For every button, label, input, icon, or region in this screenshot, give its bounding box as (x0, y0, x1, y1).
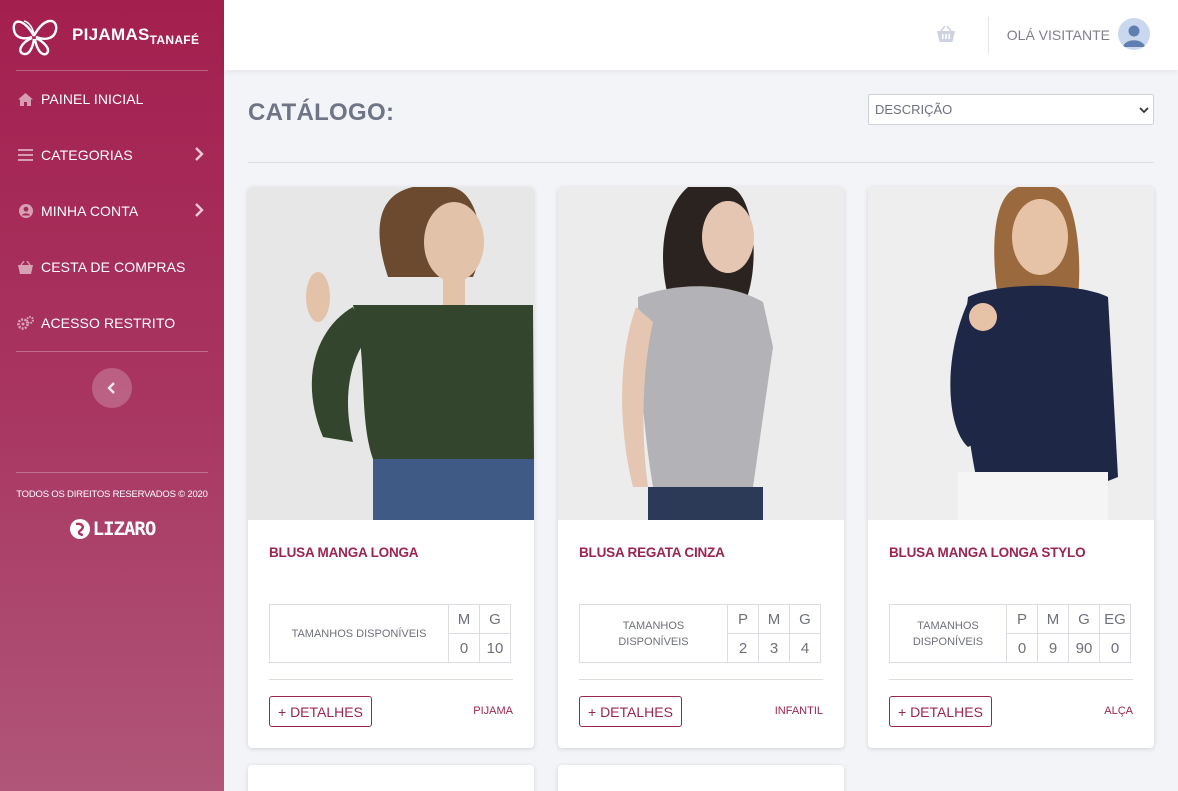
sizes-label: TAMANHOS DISPONÍVEIS (889, 604, 1007, 663)
chevron-down-icon (1139, 107, 1149, 114)
product-card[interactable] (248, 765, 534, 791)
list-icon (17, 148, 34, 162)
size-header: G (479, 604, 511, 634)
sidebar-item-painel-inicial[interactable]: PAINEL INICIAL (0, 71, 224, 127)
sort-select[interactable]: DESCRIÇÃO (868, 94, 1154, 125)
chevron-right-icon (195, 147, 204, 161)
product-image[interactable] (558, 187, 844, 520)
user-circle-icon (17, 204, 34, 218)
size-header: P (1006, 604, 1038, 634)
size-header: EG (1099, 604, 1131, 634)
sort-select-value: DESCRIÇÃO (875, 102, 953, 117)
brand-subtitle: TANAFÉ (149, 33, 200, 47)
brand[interactable]: PIJAMASTANAFÉ (0, 0, 224, 70)
size-quantity: 0 (1099, 633, 1131, 663)
sidebar-item-categorias[interactable]: CATEGORIAS (0, 127, 224, 183)
product-photo (868, 187, 1154, 520)
card-divider (889, 679, 1133, 680)
size-header: M (448, 604, 480, 634)
sidebar-toggle-button[interactable] (92, 368, 132, 408)
sizes-table: TAMANHOS DISPONÍVEIS P M G 2 3 4 (579, 604, 821, 663)
product-photo (558, 187, 844, 520)
product-image[interactable] (248, 187, 534, 520)
size-quantity: 90 (1068, 633, 1100, 663)
sidebar-item-cesta-de-compras[interactable]: CESTA DE COMPRAS (0, 239, 224, 295)
butterfly-logo-icon (12, 19, 58, 56)
sizes-table: TAMANHOS DISPONÍVEIS M G 0 10 (269, 604, 511, 663)
product-card: BLUSA MANGA LONGA STYLO TAMANHOS DISPONÍ… (868, 187, 1154, 748)
size-quantity: 2 (727, 633, 759, 663)
title-divider (248, 162, 1154, 163)
brand-title: PIJAMAS (72, 25, 150, 44)
topbar-divider (988, 17, 989, 54)
basket-icon[interactable] (936, 25, 956, 43)
sidebar-footer-divider (16, 472, 208, 473)
sizes-label: TAMANHOS DISPONÍVEIS (269, 604, 449, 663)
sidebar-item-label: ACESSO RESTRITO (41, 315, 176, 331)
size-quantity: 0 (1006, 633, 1038, 663)
category-link[interactable]: INFANTIL (775, 705, 823, 717)
details-button[interactable]: + DETALHES (889, 696, 992, 727)
topbar: OLÁ VISITANTE (224, 0, 1178, 70)
product-name[interactable]: BLUSA MANGA LONGA STYLO (889, 545, 1086, 560)
sidebar-item-label: CATEGORIAS (41, 147, 133, 163)
chevron-left-icon (107, 382, 115, 394)
product-name[interactable]: BLUSA MANGA LONGA (269, 545, 419, 560)
category-link[interactable]: ALÇA (1104, 705, 1133, 717)
user-avatar-icon (1123, 25, 1145, 47)
product-name[interactable]: BLUSA REGATA CINZA (579, 545, 725, 560)
card-divider (579, 679, 823, 680)
product-card: BLUSA MANGA LONGA TAMANHOS DISPONÍVEIS M… (248, 187, 534, 748)
basket-icon (17, 260, 34, 274)
size-header: M (758, 604, 790, 634)
sidebar-item-label: MINHA CONTA (41, 203, 139, 219)
product-image[interactable] (868, 187, 1154, 520)
size-quantity: 10 (479, 633, 511, 663)
category-link[interactable]: PIJAMA (473, 705, 513, 717)
lizaro-logo-icon (69, 519, 90, 539)
size-quantity: 9 (1037, 633, 1069, 663)
sidebar-item-acesso-restrito[interactable]: ACESSO RESTRITO (0, 295, 224, 351)
product-photo (248, 187, 534, 520)
chevron-right-icon (195, 203, 204, 217)
product-card: BLUSA REGATA CINZA TAMANHOS DISPONÍVEIS … (558, 187, 844, 748)
product-card[interactable] (558, 765, 844, 791)
sizes-label: TAMANHOS DISPONÍVEIS (579, 604, 728, 663)
brand-name: PIJAMASTANAFÉ (72, 25, 200, 47)
size-quantity: 0 (448, 633, 480, 663)
avatar[interactable] (1118, 18, 1150, 50)
gears-icon (17, 316, 34, 330)
card-divider (269, 679, 513, 680)
size-header: P (727, 604, 759, 634)
sidebar-item-minha-conta[interactable]: MINHA CONTA (0, 183, 224, 239)
size-quantity: 3 (758, 633, 790, 663)
sidebar-item-label: CESTA DE COMPRAS (41, 259, 186, 275)
size-header: G (1068, 604, 1100, 634)
details-button[interactable]: + DETALHES (269, 696, 372, 727)
developer-logo[interactable]: LIZARO (0, 518, 224, 540)
home-icon (17, 92, 34, 106)
sidebar-divider (16, 351, 208, 352)
sidebar: PIJAMASTANAFÉ PAINEL INICIAL CATEGORIAS … (0, 0, 224, 791)
user-greeting[interactable]: OLÁ VISITANTE (1007, 27, 1110, 43)
size-quantity: 4 (789, 633, 821, 663)
developer-name: LIZARO (92, 518, 157, 540)
sizes-table: TAMANHOS DISPONÍVEIS P M G EG 0 9 90 0 (889, 604, 1131, 663)
size-header: G (789, 604, 821, 634)
size-header: M (1037, 604, 1069, 634)
page-title: CATÁLOGO: (248, 99, 395, 126)
details-button[interactable]: + DETALHES (579, 696, 682, 727)
sidebar-item-label: PAINEL INICIAL (41, 91, 144, 107)
copyright-text: TODOS OS DIREITOS RESERVADOS © 2020 (16, 489, 208, 500)
